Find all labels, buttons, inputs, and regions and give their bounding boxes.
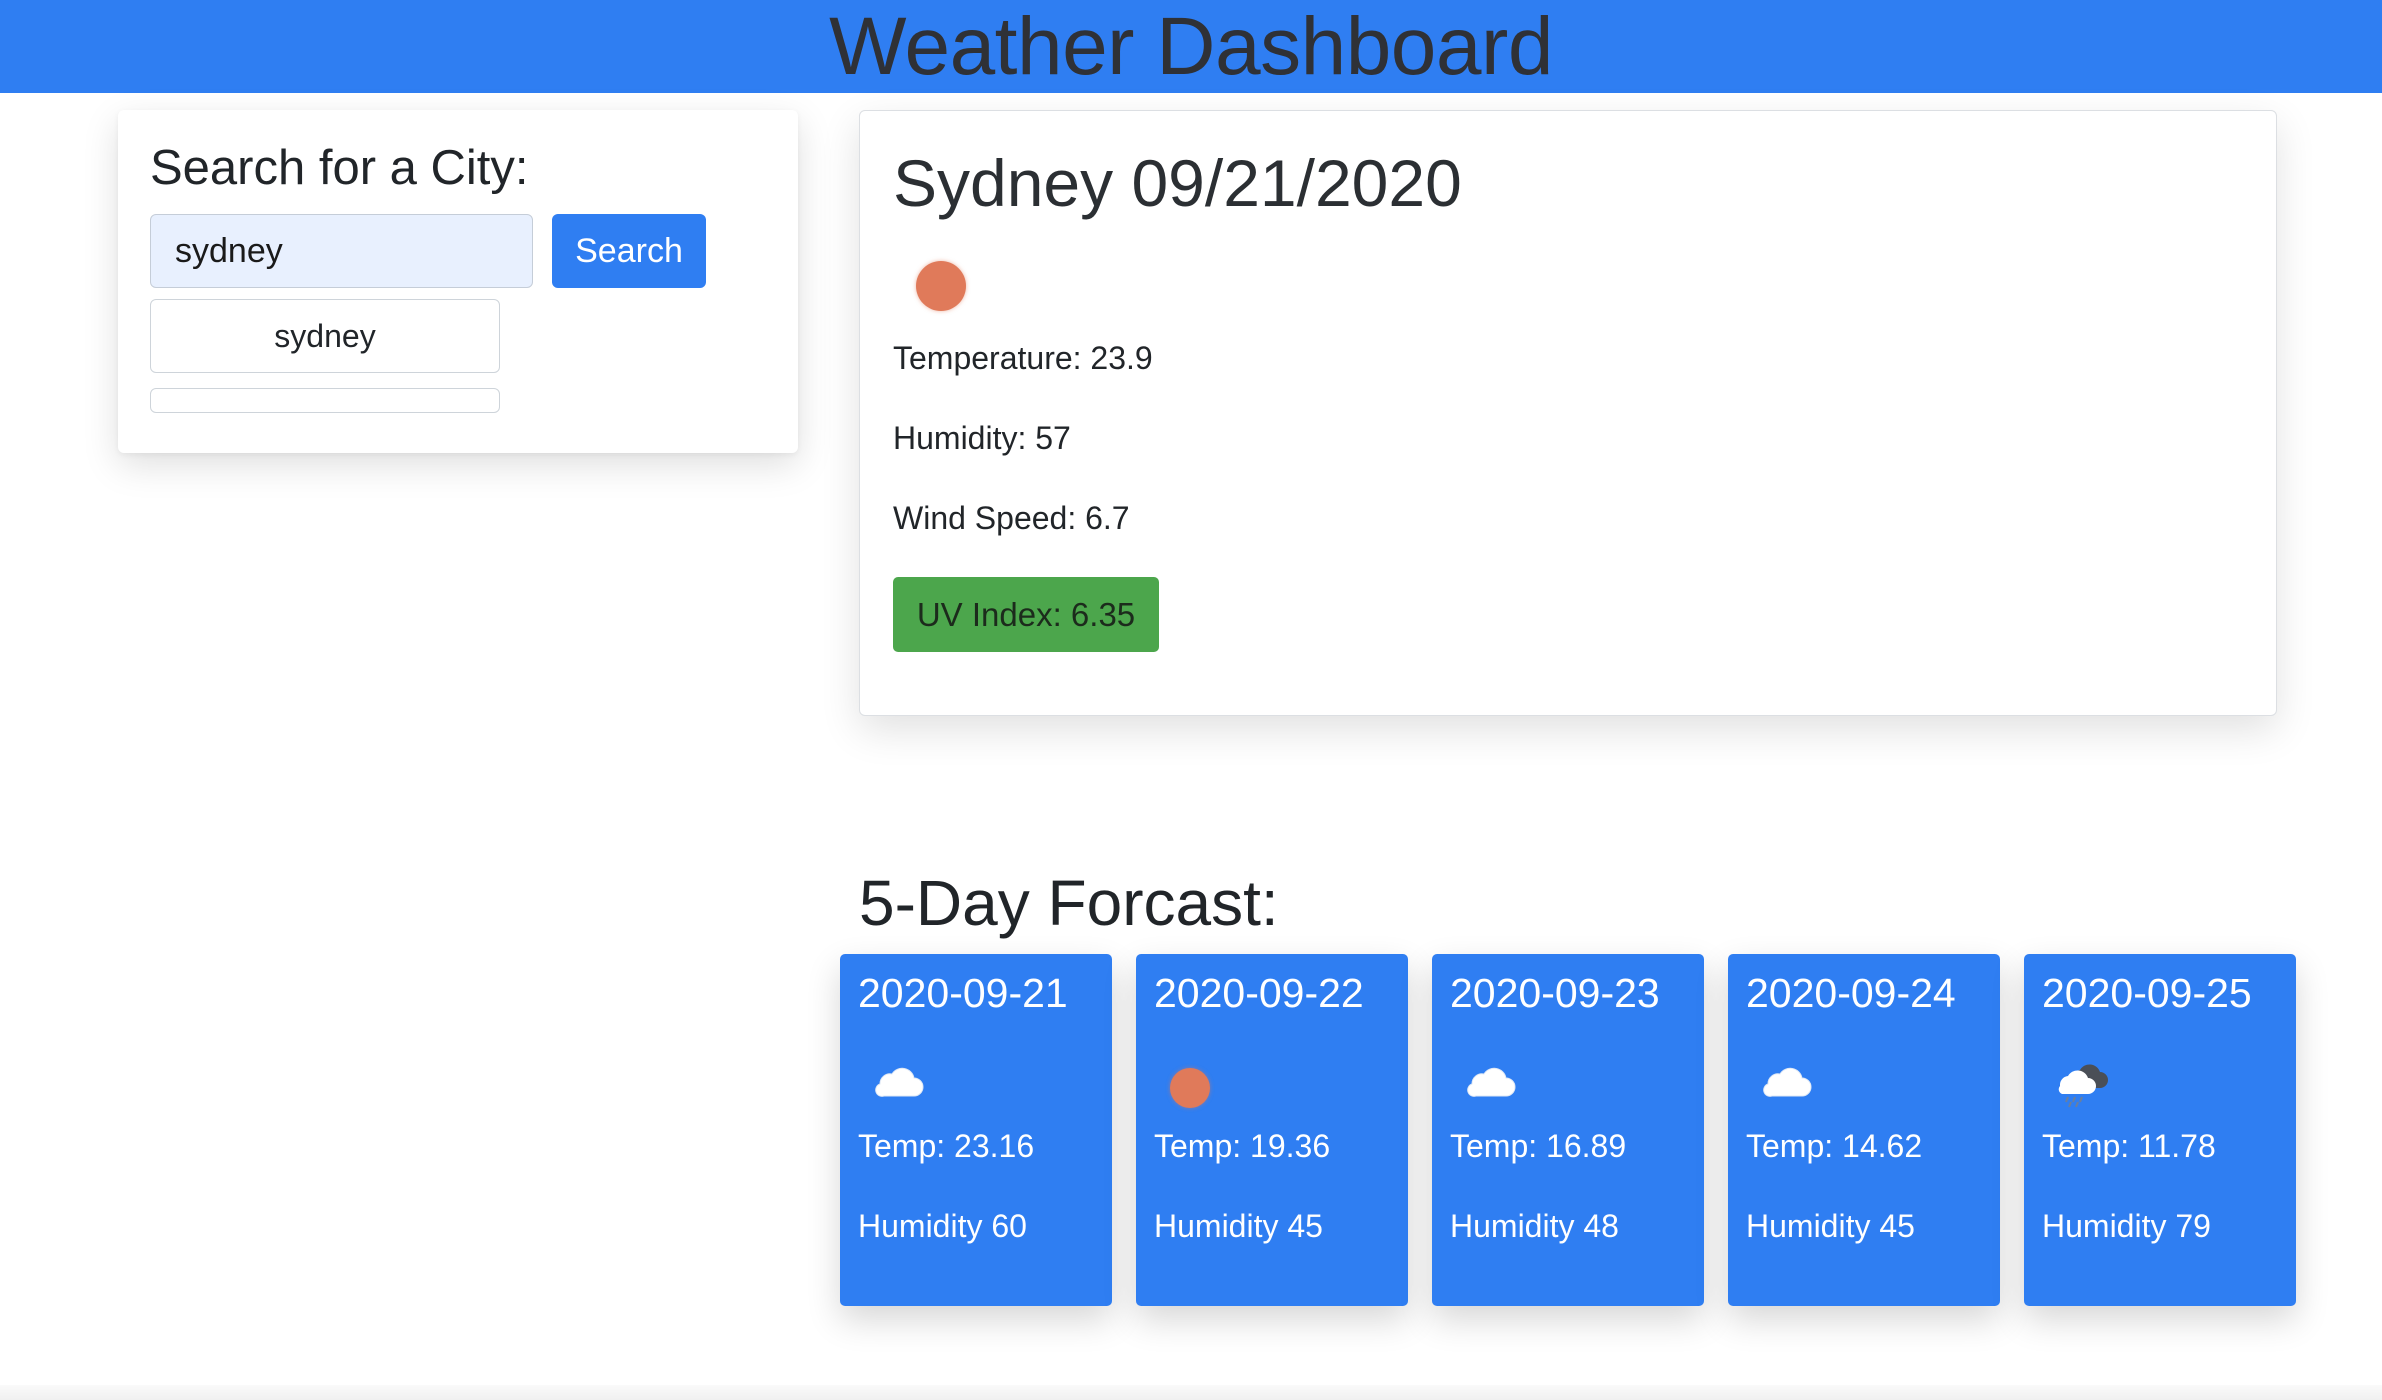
forecast-card: 2020-09-21 Temp: 23.16 Humidity 60 xyxy=(840,954,1112,1306)
forecast-card: 2020-09-24 Temp: 14.62 Humidity 45 xyxy=(1728,954,2000,1306)
forecast-humidity: Humidity 60 xyxy=(858,1208,1027,1244)
current-city-date: Sydney 09/21/2020 xyxy=(893,146,1462,220)
search-heading: Search for a City: xyxy=(150,141,529,195)
current-temperature: Temperature: 23.9 xyxy=(893,340,1153,376)
forecast-date: 2020-09-23 xyxy=(1450,970,1660,1016)
cloud-icon xyxy=(870,1064,924,1105)
search-button[interactable]: Search xyxy=(552,214,706,288)
forecast-card: 2020-09-25 Temp: 11.78 Humidity 79 xyxy=(2024,954,2296,1306)
current-wind-speed: Wind Speed: 6.7 xyxy=(893,500,1130,536)
forecast-humidity: Humidity 48 xyxy=(1450,1208,1619,1244)
uv-index-badge: UV Index: 6.35 xyxy=(893,577,1159,652)
rain-cloud-icon xyxy=(2054,1064,2108,1113)
search-panel: Search for a City: Search sydney xyxy=(118,110,798,453)
current-humidity: Humidity: 57 xyxy=(893,420,1071,456)
forecast-temp: Temp: 19.36 xyxy=(1154,1128,1331,1164)
forecast-humidity: Humidity 45 xyxy=(1746,1208,1915,1244)
city-search-input[interactable] xyxy=(150,214,533,288)
forecast-temp: Temp: 23.16 xyxy=(858,1128,1035,1164)
history-item-sydney[interactable]: sydney xyxy=(150,299,500,373)
forecast-date: 2020-09-24 xyxy=(1746,970,1956,1016)
forecast-humidity: Humidity 79 xyxy=(2042,1208,2211,1244)
history-item-empty[interactable] xyxy=(150,388,500,413)
forecast-temp: Temp: 16.89 xyxy=(1450,1128,1627,1164)
forecast-temp: Temp: 14.62 xyxy=(1746,1128,1923,1164)
forecast-card: 2020-09-23 Temp: 16.89 Humidity 48 xyxy=(1432,954,1704,1306)
forecast-humidity: Humidity 45 xyxy=(1154,1208,1323,1244)
page-footer-strip xyxy=(0,1385,2382,1400)
current-weather-card: Sydney 09/21/2020 Temperature: 23.9 Humi… xyxy=(859,110,2277,716)
app-header: Weather Dashboard xyxy=(0,0,2382,93)
cloud-icon xyxy=(1758,1064,1812,1105)
forecast-date: 2020-09-21 xyxy=(858,970,1068,1016)
forecast-heading: 5-Day Forcast: xyxy=(859,867,1279,939)
forecast-card: 2020-09-22 Temp: 19.36 Humidity 45 xyxy=(1136,954,1408,1306)
cloud-icon xyxy=(1462,1064,1516,1105)
forecast-temp: Temp: 11.78 xyxy=(2042,1128,2216,1164)
sun-icon xyxy=(916,261,966,311)
forecast-date: 2020-09-25 xyxy=(2042,970,2252,1016)
page-title: Weather Dashboard xyxy=(829,1,1553,92)
forecast-date: 2020-09-22 xyxy=(1154,970,1364,1016)
